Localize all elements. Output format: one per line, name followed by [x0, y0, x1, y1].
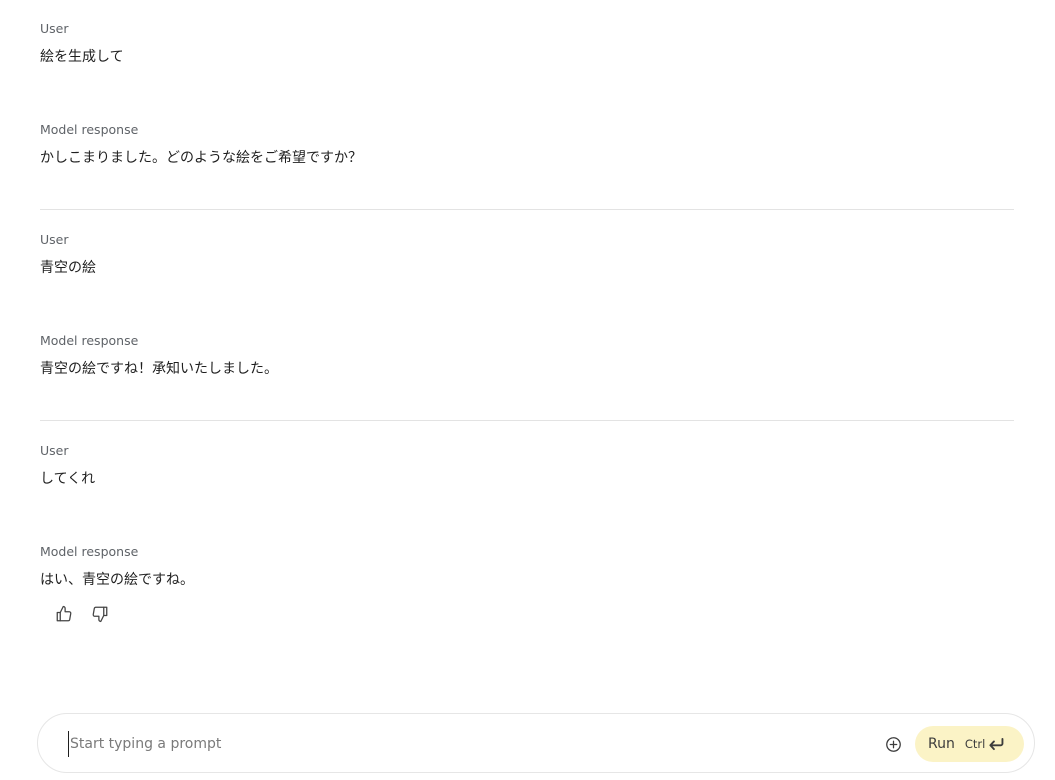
thumbs-down-button[interactable] [90, 603, 110, 625]
run-label: Run [928, 736, 955, 752]
turn-divider [40, 209, 1014, 210]
model-turn-label: Model response [40, 544, 139, 559]
run-shortcut-label: Ctrl [964, 737, 986, 751]
model-message: かしこまりました。どのような絵をご希望ですか？ [40, 150, 362, 166]
user-message: 青空の絵 [40, 260, 96, 276]
add-media-button[interactable] [883, 734, 903, 754]
user-message: してくれ [40, 471, 96, 487]
prompt-input[interactable] [68, 731, 850, 757]
user-message: 絵を生成して [40, 49, 124, 65]
turn-divider [40, 420, 1014, 421]
prompt-bar: Run Ctrl [37, 713, 1035, 773]
response-feedback [54, 603, 110, 625]
model-turn-label: Model response [40, 122, 139, 137]
run-button[interactable]: Run Ctrl [915, 726, 1024, 762]
user-turn-label: User [40, 21, 69, 36]
enter-key-icon [988, 737, 1005, 751]
user-turn-label: User [40, 443, 69, 458]
model-message: はい、青空の絵ですね。 [40, 572, 194, 588]
thumbs-down-icon [92, 606, 108, 623]
model-message: 青空の絵ですね！承知いたしました。 [40, 361, 278, 377]
thumbs-up-icon [56, 605, 72, 622]
user-turn-label: User [40, 232, 69, 247]
thumbs-up-button[interactable] [54, 603, 74, 625]
model-turn-label: Model response [40, 333, 139, 348]
add-circle-icon [885, 736, 901, 752]
